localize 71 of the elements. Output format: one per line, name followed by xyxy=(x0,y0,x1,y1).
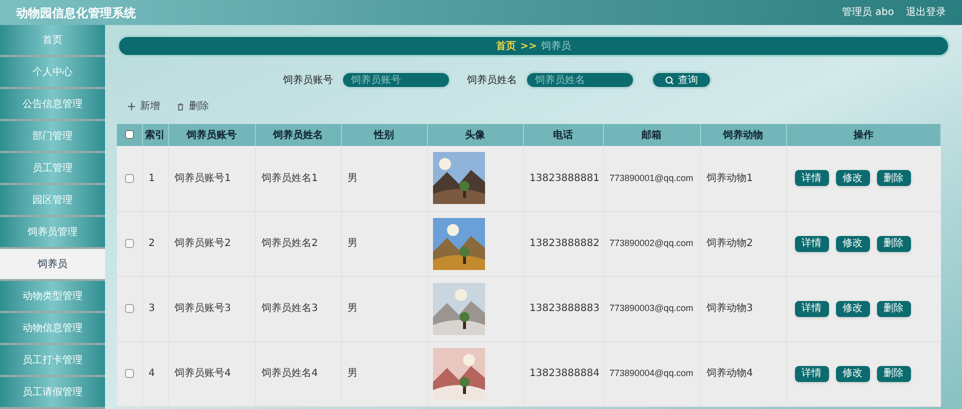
table-cell: 饲养员姓名2 xyxy=(262,238,318,249)
column-header: 邮箱 xyxy=(642,130,662,140)
column-header: 电话 xyxy=(553,130,573,140)
logout-link[interactable]: 退出登录 xyxy=(906,5,946,20)
table-cell: 饲养动物1 xyxy=(706,172,753,184)
table-cell: 饲养员账号4 xyxy=(174,368,231,379)
checkbox[interactable] xyxy=(124,174,134,183)
column-header: 饲养员账号 xyxy=(186,130,236,140)
search-button[interactable]: 查询 xyxy=(651,71,712,89)
table-cell: 3 xyxy=(148,303,155,314)
table-cell: 饲养员账号3 xyxy=(174,303,231,314)
table-cell: 男 xyxy=(348,172,358,184)
table-cell: 饲养动物3 xyxy=(706,303,753,314)
table-cell: 13823888881 xyxy=(530,172,600,184)
breadcrumb-link[interactable]: 首页 xyxy=(496,38,516,54)
table-cell: 男 xyxy=(348,368,358,379)
delete-button[interactable]: 删除 xyxy=(876,170,910,186)
search-field[interactable]: 饲养员账号 xyxy=(341,71,451,89)
table-cell: 饲养员姓名4 xyxy=(262,368,318,379)
table-cell: 男 xyxy=(348,238,358,249)
breadcrumb-separator: >> xyxy=(520,40,537,54)
table-cell: 773890002@qq.com xyxy=(610,238,694,248)
column-header: 饲养动物 xyxy=(723,130,763,140)
column-header: 饲养员姓名 xyxy=(273,130,323,140)
field-label: 饲养员账号 xyxy=(283,74,333,88)
details-button[interactable]: 详情 xyxy=(794,170,828,186)
sidebar-item[interactable]: 饲养员 xyxy=(0,249,105,281)
delete-button[interactable]: 删除 xyxy=(876,366,910,382)
column-header: 索引 xyxy=(145,130,165,140)
breadcrumb-current: 饲养员 xyxy=(540,40,571,54)
delete-button[interactable]: 删除 xyxy=(876,236,910,252)
table-cell: 男 xyxy=(348,303,358,314)
column-header: 性别 xyxy=(374,130,394,140)
details-button[interactable]: 详情 xyxy=(794,236,828,252)
field-label: 饲养员姓名 xyxy=(467,74,517,88)
details-button[interactable]: 详情 xyxy=(794,300,828,316)
table-cell: 13823888883 xyxy=(530,303,600,314)
table-cell: 饲养动物4 xyxy=(706,368,753,379)
table-cell: 1 xyxy=(148,172,155,184)
checkbox[interactable] xyxy=(124,304,134,313)
table-cell: 773890001@qq.com xyxy=(610,172,694,183)
table-cell: 13823888882 xyxy=(530,238,600,249)
checkbox[interactable] xyxy=(124,238,134,248)
table-cell: 773890004@qq.com xyxy=(610,368,694,378)
edit-button[interactable]: 修改 xyxy=(836,366,870,382)
user-label: 管理员 abo xyxy=(842,6,894,20)
table-cell: 773890003@qq.com xyxy=(610,303,694,313)
edit-button[interactable]: 修改 xyxy=(836,170,870,186)
column-header: 头像 xyxy=(465,130,485,140)
checkbox[interactable] xyxy=(124,130,134,140)
plus-icon xyxy=(127,102,136,111)
delete-button[interactable]: 删除 xyxy=(876,300,910,316)
column-header: 操作 xyxy=(853,130,874,140)
delete-button[interactable]: 删除 xyxy=(176,99,209,114)
table-cell: 13823888884 xyxy=(530,368,600,379)
edit-button[interactable]: 修改 xyxy=(836,236,870,252)
table-cell: 饲养员姓名3 xyxy=(262,303,318,314)
search-field[interactable]: 饲养员姓名 xyxy=(525,71,635,89)
trash-icon xyxy=(176,102,185,111)
add-button[interactable]: 新增 xyxy=(127,99,160,114)
table-cell: 饲养员账号1 xyxy=(174,172,231,184)
table-cell: 4 xyxy=(148,368,155,379)
checkbox[interactable] xyxy=(124,368,134,378)
table-cell: 饲养动物2 xyxy=(706,238,753,249)
search-icon xyxy=(665,76,674,84)
table-cell: 饲养员姓名1 xyxy=(262,172,318,184)
edit-button[interactable]: 修改 xyxy=(836,300,870,316)
table-cell: 2 xyxy=(148,238,155,249)
details-button[interactable]: 详情 xyxy=(794,366,828,382)
app-title: 动物园信息化管理系统 xyxy=(16,4,136,22)
table-cell: 饲养员账号2 xyxy=(174,238,231,249)
